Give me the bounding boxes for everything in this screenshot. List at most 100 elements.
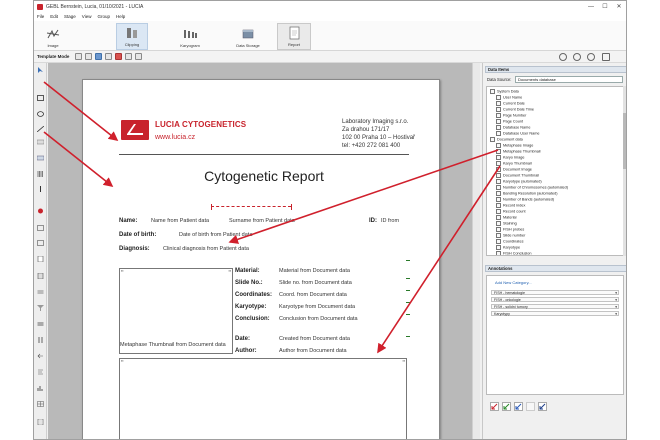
diagnosis-field[interactable]: Clinical diagnosis from Patient data [163,246,249,252]
conclusion-field[interactable]: Conclusion from Document data [279,316,358,322]
tree-item[interactable]: Record index [496,203,525,208]
coordinates-field[interactable]: Coord. from Document data [279,292,347,298]
arrow-green-icon[interactable] [502,401,511,411]
category-dropdown[interactable]: Karyotypy [491,311,619,316]
tab-report[interactable]: Report [277,23,311,50]
page-icon[interactable] [75,53,83,60]
chart-icon[interactable] [37,385,44,391]
ellipse-icon[interactable] [37,111,44,117]
open-icon[interactable] [85,53,93,60]
karyo-thumb-icon[interactable] [37,321,44,327]
tree-item[interactable]: Number of Bands (automated) [496,197,554,202]
tree-item[interactable]: Document Thumbnail [496,173,539,178]
report-title[interactable]: Cytogenetic Report [119,168,409,184]
tree-scrollbar[interactable] [623,86,626,256]
zoom-in-icon[interactable] [559,53,567,61]
picture-frame-icon[interactable] [37,240,44,246]
picture-icon[interactable] [37,225,44,231]
pointer-icon[interactable] [37,67,44,73]
zoom-out-icon[interactable] [573,53,581,61]
tree-item[interactable]: Karyotype (automated) [496,179,542,184]
funnel-icon[interactable] [37,305,44,311]
delete-icon[interactable] [115,53,123,60]
author-field[interactable]: Author from Document data [279,348,347,354]
tab-data-storage[interactable]: Data Storage [230,23,266,50]
minimize-button[interactable]: — [584,1,598,12]
barcode-icon[interactable] [37,171,44,177]
karyotype-field[interactable]: Karyotype from Document data [279,304,355,310]
chromosome-icon[interactable] [37,208,44,214]
menu-help[interactable]: Help [116,14,125,19]
arrow-left-icon[interactable] [37,353,44,359]
report-canvas[interactable]: LUCIA CYTOGENETICS www.lucia.cz Laborato… [48,63,480,439]
tree-item[interactable]: Slide number [496,233,525,238]
table-icon[interactable] [37,401,44,407]
category-dropdown[interactable]: FISH - hematologie [491,290,619,295]
tree-item[interactable]: Record count [496,209,526,214]
tree-item[interactable]: FISH Conclusion [496,251,532,256]
zoom-fit-icon[interactable] [587,53,595,61]
tree-scroll-thumb[interactable] [623,113,626,169]
arrow-dark-blue-icon[interactable] [538,401,547,411]
menu-file[interactable]: File [37,14,44,19]
report-page[interactable]: LUCIA CYTOGENETICS www.lucia.cz Laborato… [82,79,440,439]
date-field[interactable]: Created from Document data [279,336,350,342]
category-dropdown[interactable]: FISH - solidní tumory [491,304,619,309]
tree-item[interactable]: Document Image [496,167,532,172]
tab-image[interactable]: Image [38,23,68,50]
tree-item[interactable]: Banding Resolution (automated) [496,191,557,196]
tree-item[interactable]: Karyo Image [496,155,525,160]
canvas-scrollbar[interactable] [472,63,480,439]
category-dropdown[interactable]: FISH - onkologie [491,297,619,302]
add-category-link[interactable]: Add New Category... [495,280,532,285]
tree-item[interactable]: Karyo Thumbnail [496,161,532,166]
chromosome-pair-icon[interactable] [37,337,44,343]
rectangle-icon[interactable] [37,95,44,101]
vertical-line-icon[interactable] [37,186,44,192]
surname-field[interactable]: Surname from Patient data [229,218,295,224]
menu-group[interactable]: Group [97,14,110,19]
dob-field[interactable]: Date of birth from Patient data [179,232,252,238]
tree-item[interactable]: Karyotype [496,245,520,250]
tree-item[interactable]: Database Name [496,125,530,130]
print-icon[interactable] [105,53,113,60]
tree-item[interactable]: Page Count [496,119,523,124]
page-break-icon[interactable] [37,419,44,425]
tree-item[interactable]: Current Date [496,101,525,106]
document-list-icon[interactable] [37,273,44,279]
arrow-disabled-icon[interactable] [526,401,535,411]
tree-item[interactable]: Number of Chromosomes (automated) [496,185,568,190]
maximize-button[interactable]: ☐ [598,1,612,12]
name-field[interactable]: Name from Patient data [151,218,209,224]
tree-item[interactable]: Coordinates [496,239,523,244]
metaphase-caption[interactable]: Metaphase Thumbnail from Document data [120,342,230,348]
tree-item[interactable]: User Name [496,95,522,100]
tree-item[interactable]: Metaphase Image [496,143,533,148]
id-field[interactable]: ID from [381,218,399,224]
menu-edit[interactable]: Edit [50,14,58,19]
tree-item[interactable]: Staining [496,221,517,226]
menu-stage[interactable]: Stage [64,14,76,19]
align-icon[interactable] [37,369,44,375]
tree-item[interactable]: FISH probes [496,227,524,232]
tree-item[interactable]: Material [496,215,517,220]
text-field-icon[interactable] [37,139,44,145]
undo-icon[interactable] [125,53,133,60]
tree-item[interactable]: Document data [490,137,523,142]
material-field[interactable]: Material from Document data [279,268,350,274]
tab-karyogram[interactable]: Karyogram [174,23,206,50]
tree-item[interactable]: Page Number [496,113,526,118]
tree-item[interactable]: System Data [490,89,519,94]
arrow-blue-icon[interactable] [514,401,523,411]
line-icon[interactable] [37,126,44,132]
document-image-box[interactable]: ▪▪ ▪▪ [119,358,407,439]
data-source-select[interactable]: Documents database [515,76,623,83]
save-icon[interactable] [95,53,103,60]
close-button[interactable]: ✕ [612,1,626,12]
redo-icon[interactable] [135,53,143,60]
tab-clipping[interactable]: Clipping [116,23,148,50]
text-icon[interactable] [37,155,44,161]
zoom-page-icon[interactable] [602,53,610,61]
tree-item[interactable]: Database User Name [496,131,540,136]
arrow-red-icon[interactable] [490,401,499,411]
